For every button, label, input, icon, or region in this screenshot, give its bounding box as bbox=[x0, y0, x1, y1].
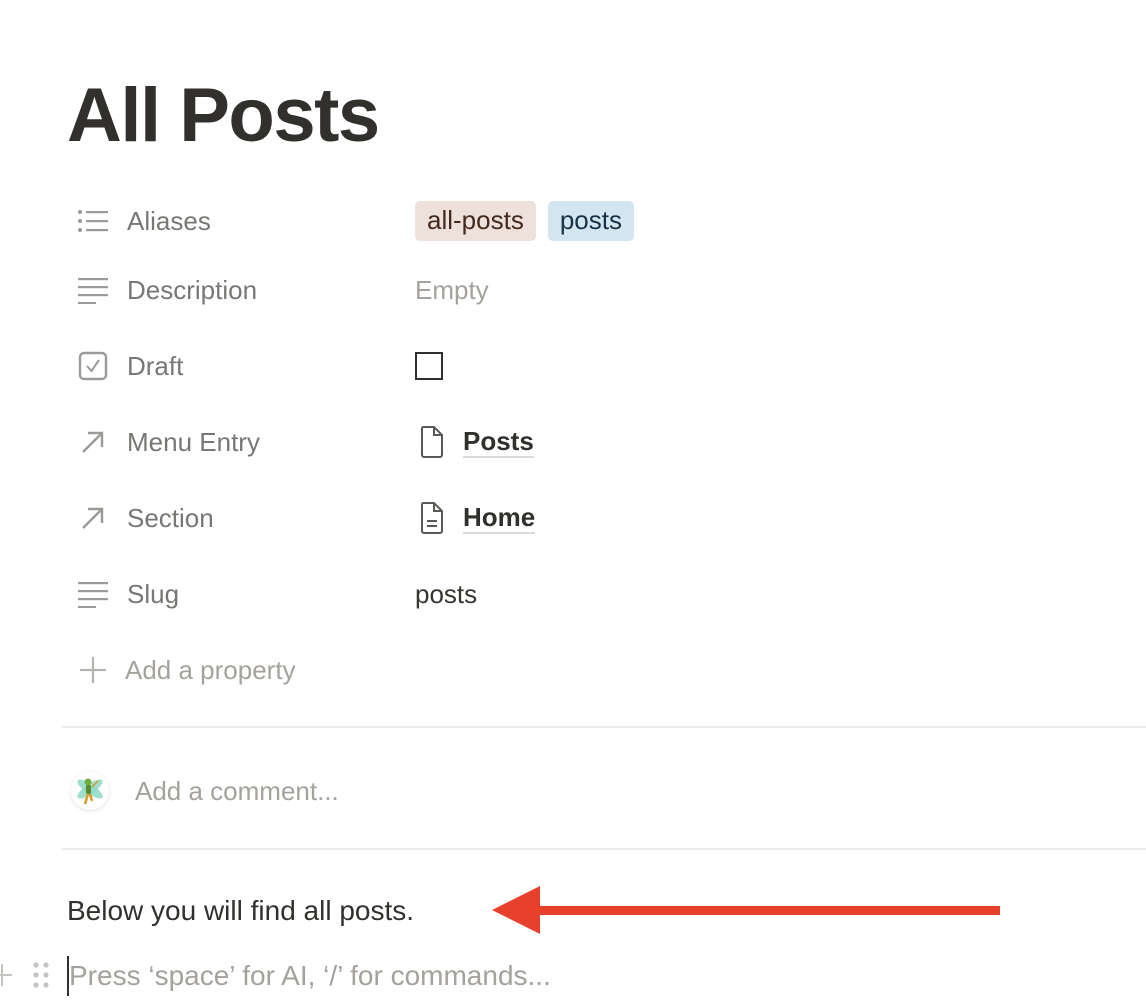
drag-handle-icon[interactable] bbox=[30, 960, 52, 992]
property-value-section: Home bbox=[415, 480, 536, 556]
property-key-section[interactable]: Section bbox=[62, 480, 402, 556]
text-page-icon bbox=[415, 501, 449, 535]
property-row-menu-entry: Menu Entry Posts bbox=[62, 404, 1146, 480]
divider bbox=[62, 848, 1146, 850]
relation-title: Home bbox=[463, 502, 536, 534]
add-property-row: Add a property bbox=[62, 632, 1146, 708]
editor-placeholder[interactable]: Press ‘space’ for AI, ‘/’ for commands..… bbox=[67, 956, 551, 996]
property-label: Section bbox=[127, 502, 214, 533]
relation-title: Posts bbox=[463, 426, 534, 458]
property-label: Menu Entry bbox=[127, 426, 260, 457]
property-row-aliases: Aliases all-posts posts bbox=[62, 190, 1146, 252]
add-property-button[interactable]: Add a property bbox=[62, 632, 402, 708]
property-row-section: Section Home bbox=[62, 480, 1146, 556]
arrow-head bbox=[492, 886, 540, 934]
multi-select-icon bbox=[76, 204, 110, 238]
property-key-menu-entry[interactable]: Menu Entry bbox=[62, 404, 402, 480]
property-label: Description bbox=[127, 274, 258, 305]
notion-page: All Posts Aliases all-posts posts Descri… bbox=[0, 0, 1146, 1008]
arrow-shaft bbox=[538, 906, 1000, 915]
relation-arrow-icon bbox=[76, 501, 110, 535]
property-row-draft: Draft bbox=[62, 328, 1146, 404]
avatar bbox=[71, 772, 109, 810]
property-value-slug[interactable]: posts bbox=[415, 556, 477, 632]
property-row-slug: Slug posts bbox=[62, 556, 1146, 632]
add-property-label: Add a property bbox=[125, 654, 296, 685]
property-label: Slug bbox=[127, 578, 180, 609]
add-comment-input[interactable]: Add a comment... bbox=[135, 772, 1035, 810]
comment-section: Add a comment... bbox=[62, 728, 1146, 848]
tag-posts[interactable]: posts bbox=[547, 201, 634, 241]
text-icon bbox=[76, 577, 110, 611]
relation-link-home[interactable]: Home bbox=[415, 501, 536, 535]
property-row-description: Description Empty bbox=[62, 252, 1146, 328]
property-key-aliases[interactable]: Aliases bbox=[62, 190, 402, 252]
property-key-slug[interactable]: Slug bbox=[62, 556, 402, 632]
add-block-plus-icon[interactable] bbox=[0, 960, 12, 990]
property-key-description[interactable]: Description bbox=[62, 252, 402, 328]
page-title[interactable]: All Posts bbox=[67, 70, 380, 162]
blank-page-icon bbox=[415, 425, 449, 459]
properties-panel: Aliases all-posts posts Description Empt… bbox=[62, 190, 1146, 708]
red-arrow-annotation bbox=[492, 886, 1000, 934]
property-value-aliases[interactable]: all-posts posts bbox=[415, 190, 646, 252]
draft-checkbox[interactable] bbox=[415, 352, 443, 380]
checkbox-icon bbox=[76, 349, 110, 383]
empty-block-row: Press ‘space’ for AI, ‘/’ for commands..… bbox=[0, 952, 1146, 998]
property-value-description[interactable]: Empty bbox=[415, 252, 489, 328]
property-value-draft bbox=[415, 328, 443, 404]
relation-arrow-icon bbox=[76, 425, 110, 459]
fairy-avatar-icon bbox=[77, 778, 103, 805]
paragraph-block[interactable]: Below you will find all posts. bbox=[67, 891, 414, 931]
tag-all-posts[interactable]: all-posts bbox=[415, 201, 536, 241]
text-icon bbox=[76, 273, 110, 307]
property-value-menu-entry: Posts bbox=[415, 404, 534, 480]
property-label: Draft bbox=[127, 350, 184, 381]
plus-icon bbox=[76, 653, 110, 687]
property-key-draft[interactable]: Draft bbox=[62, 328, 402, 404]
property-label: Aliases bbox=[127, 205, 211, 236]
relation-link-posts[interactable]: Posts bbox=[415, 425, 534, 459]
